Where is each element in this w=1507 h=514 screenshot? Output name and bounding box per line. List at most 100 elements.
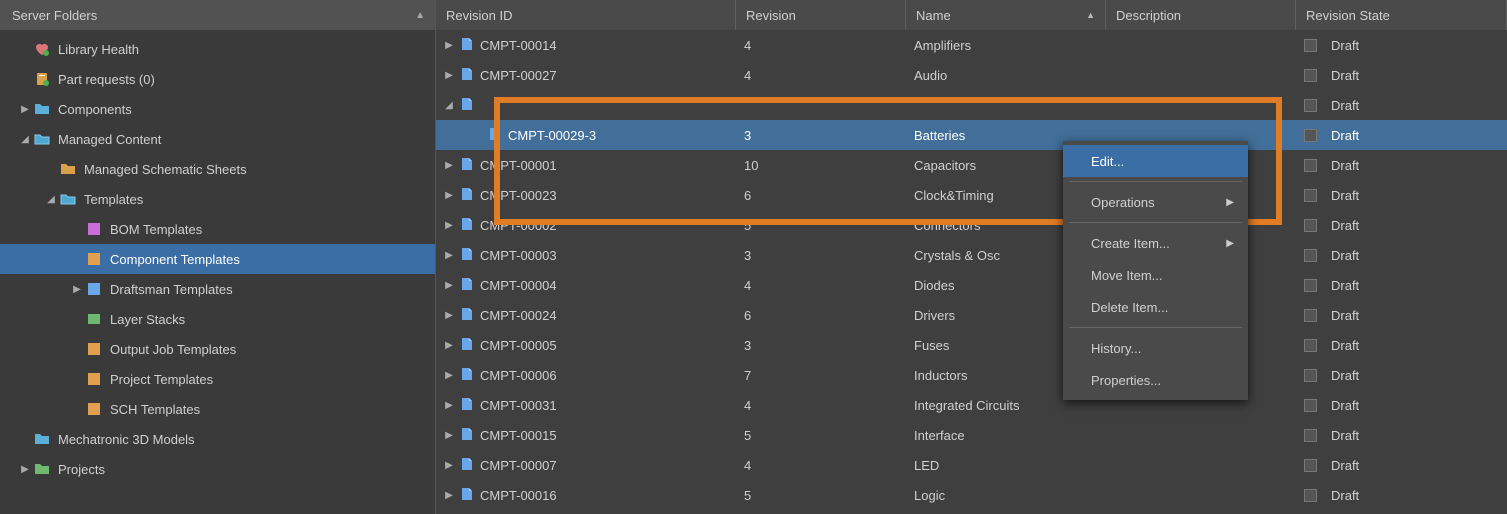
cell-revision-id: CMPT-00023 xyxy=(480,188,557,203)
menu-item-edit[interactable]: Edit... xyxy=(1063,145,1248,177)
file-icon xyxy=(460,97,474,114)
table-row[interactable]: ▶CMPT-0000110CapacitorsDraft xyxy=(436,150,1507,180)
expand-icon[interactable]: ▶ xyxy=(444,280,454,291)
expand-icon[interactable]: ▶ xyxy=(444,460,454,471)
tree-item-templates[interactable]: ◢ Templates xyxy=(0,184,435,214)
expand-icon[interactable]: ▶ xyxy=(444,490,454,501)
cell-revision-id: CMPT-00006 xyxy=(480,368,557,383)
tree-item-sch-templates[interactable]: SCH Templates xyxy=(0,394,435,424)
menu-item-move-item[interactable]: Move Item... xyxy=(1063,259,1248,291)
collapse-panel-icon[interactable]: ▲ xyxy=(415,10,425,21)
file-icon xyxy=(460,337,474,354)
expand-icon[interactable]: ▶ xyxy=(444,310,454,321)
tree-item-component-templates[interactable]: Component Templates xyxy=(0,244,435,274)
table-row[interactable]: ▶CMPT-000067InductorsDraft xyxy=(436,360,1507,390)
tree-item-mechatronic-3d-models[interactable]: Mechatronic 3D Models xyxy=(0,424,435,454)
grid-header: Revision ID Revision Name▲ Description R… xyxy=(436,0,1507,30)
state-swatch xyxy=(1304,429,1317,442)
menu-item-create-item[interactable]: Create Item...▶ xyxy=(1063,227,1248,259)
file-icon xyxy=(460,367,474,384)
table-row[interactable]: ◢Draft xyxy=(436,90,1507,120)
column-header-revision[interactable]: Revision xyxy=(736,0,906,30)
table-row[interactable]: ▶CMPT-000053FusesDraft xyxy=(436,330,1507,360)
expand-icon[interactable]: ▶ xyxy=(70,284,84,295)
table-row[interactable]: ▶CMPT-000236Clock&TimingDraft xyxy=(436,180,1507,210)
template-icon xyxy=(86,401,102,417)
collapse-icon[interactable]: ◢ xyxy=(18,134,32,145)
table-row[interactable]: ▶CMPT-000074LEDDraft xyxy=(436,450,1507,480)
tree-item-layer-stacks[interactable]: Layer Stacks xyxy=(0,304,435,334)
menu-item-history[interactable]: History... xyxy=(1063,332,1248,364)
tree-item-part-requests[interactable]: Part requests (0) xyxy=(0,64,435,94)
table-row[interactable]: ▶CMPT-000155InterfaceDraft xyxy=(436,420,1507,450)
tree-item-output-job-templates[interactable]: Output Job Templates xyxy=(0,334,435,364)
table-row[interactable]: ▶CMPT-000246DriversDraft xyxy=(436,300,1507,330)
tree-item-bom-templates[interactable]: BOM Templates xyxy=(0,214,435,244)
cell-name: Connectors xyxy=(914,218,980,233)
expand-icon[interactable]: ▶ xyxy=(444,370,454,381)
tree-item-label: SCH Templates xyxy=(110,402,200,417)
state-swatch xyxy=(1304,219,1317,232)
collapse-icon[interactable]: ◢ xyxy=(444,100,454,111)
tree-item-project-templates[interactable]: Project Templates xyxy=(0,364,435,394)
table-row[interactable]: ▶CMPT-000144AmplifiersDraft xyxy=(436,30,1507,60)
menu-item-operations[interactable]: Operations▶ xyxy=(1063,186,1248,218)
folder-icon xyxy=(34,461,50,477)
column-header-revision-id[interactable]: Revision ID xyxy=(436,0,736,30)
template-icon xyxy=(86,341,102,357)
table-row[interactable]: ▶CMPT-000165LogicDraft xyxy=(436,480,1507,510)
expand-icon[interactable]: ▶ xyxy=(444,400,454,411)
cell-revision-state: Draft xyxy=(1331,308,1359,323)
cell-name: LED xyxy=(914,458,939,473)
menu-separator xyxy=(1069,327,1242,328)
menu-item-properties[interactable]: Properties... xyxy=(1063,364,1248,396)
table-row[interactable]: ▶CMPT-000044DiodesDraft xyxy=(436,270,1507,300)
table-row[interactable]: ▶CMPT-000314Integrated CircuitsDraft xyxy=(436,390,1507,420)
context-menu: Edit... Operations▶ Create Item...▶ Move… xyxy=(1063,141,1248,400)
cell-name: Amplifiers xyxy=(914,38,971,53)
column-header-description[interactable]: Description xyxy=(1106,0,1296,30)
table-row[interactable]: ▶CMPT-000033Crystals & OscDraft xyxy=(436,240,1507,270)
expand-icon[interactable]: ▶ xyxy=(18,464,32,475)
expand-icon[interactable]: ▶ xyxy=(444,70,454,81)
expand-icon[interactable]: ▶ xyxy=(18,104,32,115)
tree-item-label: Mechatronic 3D Models xyxy=(58,432,195,447)
column-header-name[interactable]: Name▲ xyxy=(906,0,1106,30)
cell-revision: 5 xyxy=(744,218,751,233)
panel-header[interactable]: Server Folders ▲ xyxy=(0,0,435,30)
menu-item-delete-item[interactable]: Delete Item... xyxy=(1063,291,1248,323)
expand-icon[interactable]: ▶ xyxy=(444,220,454,231)
cell-revision: 4 xyxy=(744,458,751,473)
expand-icon[interactable]: ▶ xyxy=(444,40,454,51)
cell-revision-id: CMPT-00031 xyxy=(480,398,557,413)
expand-icon[interactable]: ▶ xyxy=(444,190,454,201)
table-row[interactable]: CMPT-00029-33BatteriesDraft xyxy=(436,120,1507,150)
table-row[interactable]: ▶CMPT-000274AudioDraft xyxy=(436,60,1507,90)
expand-icon[interactable]: ▶ xyxy=(444,430,454,441)
tree-item-library-health[interactable]: Library Health xyxy=(0,34,435,64)
collapse-icon[interactable]: ◢ xyxy=(44,194,58,205)
tree-item-projects[interactable]: ▶ Projects xyxy=(0,454,435,484)
tree-item-managed-content[interactable]: ◢ Managed Content xyxy=(0,124,435,154)
file-icon xyxy=(460,187,474,204)
tree-item-managed-schematic-sheets[interactable]: Managed Schematic Sheets xyxy=(0,154,435,184)
folder-icon xyxy=(34,431,50,447)
expand-icon[interactable]: ▶ xyxy=(444,160,454,171)
tree-item-label: Project Templates xyxy=(110,372,213,387)
tree-item-components[interactable]: ▶ Components xyxy=(0,94,435,124)
cell-revision-id: CMPT-00005 xyxy=(480,338,557,353)
table-row[interactable]: ▶CMPT-000025ConnectorsDraft xyxy=(436,210,1507,240)
tree-item-draftsman-templates[interactable]: ▶ Draftsman Templates xyxy=(0,274,435,304)
cell-name: Batteries xyxy=(914,128,965,143)
expand-icon[interactable]: ▶ xyxy=(444,250,454,261)
cell-revision-id: CMPT-00015 xyxy=(480,428,557,443)
tree-item-label: Managed Content xyxy=(58,132,161,147)
expand-icon[interactable]: ▶ xyxy=(444,340,454,351)
file-icon xyxy=(460,37,474,54)
sort-asc-icon: ▲ xyxy=(1086,10,1095,20)
heart-icon xyxy=(34,41,50,57)
menu-separator xyxy=(1069,222,1242,223)
column-header-revision-state[interactable]: Revision State xyxy=(1296,0,1507,30)
state-swatch xyxy=(1304,249,1317,262)
cell-revision: 4 xyxy=(744,38,751,53)
